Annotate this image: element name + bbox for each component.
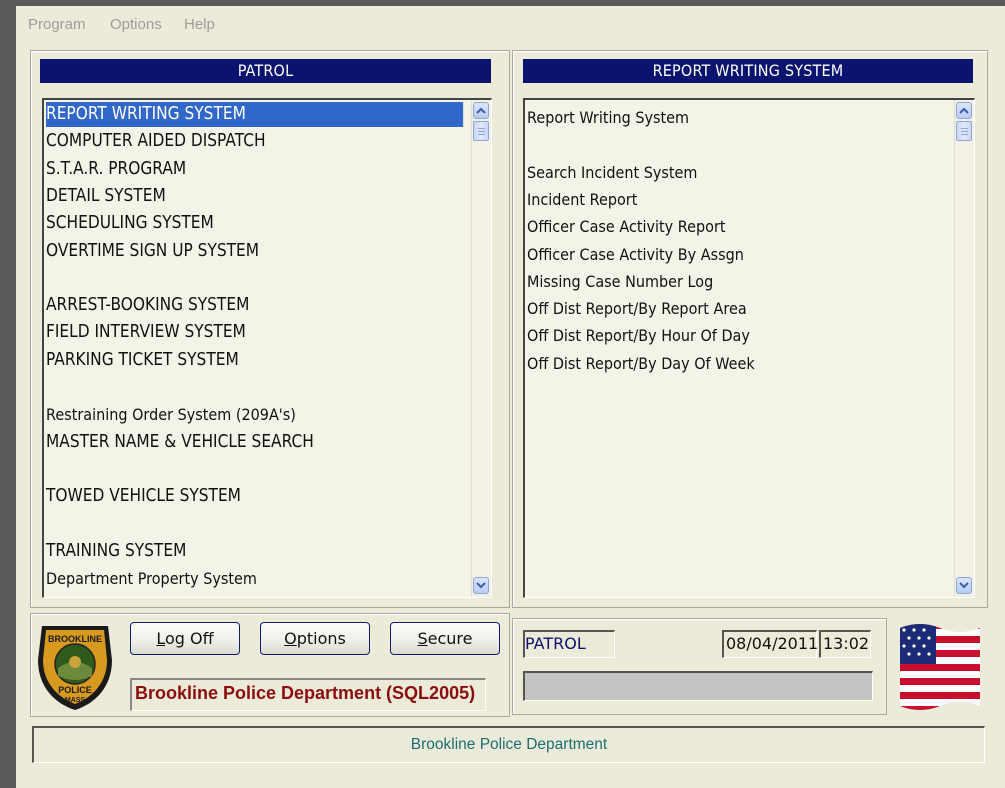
date-field: 08/04/2011 xyxy=(722,630,818,658)
chevron-up-icon xyxy=(959,107,969,114)
list-item[interactable]: SCHEDULING SYSTEM xyxy=(46,211,214,236)
list-item[interactable]: Officer Case Activity Report xyxy=(527,214,726,239)
police-badge-icon: BROOKLINE POLICE MASS xyxy=(38,626,112,710)
report-header: REPORT WRITING SYSTEM xyxy=(523,59,973,83)
secure-button[interactable]: Secure xyxy=(390,622,500,655)
chevron-up-icon xyxy=(476,107,486,114)
list-item[interactable]: Off Dist Report/By Report Area xyxy=(527,296,747,321)
menu-program[interactable]: Program xyxy=(28,16,86,33)
unit-field: PATROL xyxy=(523,630,615,658)
list-item[interactable]: Off Dist Report/By Hour Of Day xyxy=(527,323,750,348)
list-item[interactable]: COMPUTER AIDED DISPATCH xyxy=(46,129,266,154)
menu-bar: Program Options Help xyxy=(16,6,1005,36)
options-button[interactable]: Options xyxy=(260,622,370,655)
list-item[interactable]: Report Writing System xyxy=(527,105,689,130)
patrol-header: PATROL xyxy=(40,59,491,83)
patrol-listbox[interactable]: REPORT WRITING SYSTEM COMPUTER AIDED DISP… xyxy=(42,98,492,598)
list-item[interactable]: OVERTIME SIGN UP SYSTEM xyxy=(46,239,259,264)
badge-sub-text: MASS xyxy=(65,697,86,704)
report-scrollbar[interactable] xyxy=(954,100,973,597)
message-field xyxy=(523,671,873,701)
scroll-thumb[interactable] xyxy=(956,121,972,141)
patrol-scrollbar[interactable] xyxy=(471,100,490,597)
main-window: Program Options Help PATROL REPORT WRITI… xyxy=(16,6,1005,788)
scroll-thumb[interactable] xyxy=(473,121,489,141)
chevron-down-icon xyxy=(959,582,969,589)
menu-help[interactable]: Help xyxy=(184,16,215,33)
list-item[interactable]: Incident Report xyxy=(527,187,637,212)
list-item[interactable]: PARKING TICKET SYSTEM xyxy=(46,348,239,373)
list-item[interactable]: MASTER NAME & VEHICLE SEARCH xyxy=(46,430,314,455)
scroll-down-button[interactable] xyxy=(473,577,489,594)
list-item[interactable]: Officer Case Activity By Assgn xyxy=(527,242,744,267)
us-flag-icon xyxy=(900,624,980,710)
badge-bottom-text: POLICE xyxy=(58,685,92,695)
report-listbox[interactable]: Report Writing System Search Incident Sys… xyxy=(523,98,975,598)
menu-options[interactable]: Options xyxy=(110,16,162,33)
list-item[interactable]: Off Dist Report/By Day Of Week xyxy=(527,351,755,376)
status-bar: Brookline Police Department xyxy=(32,726,985,763)
time-field: 13:02 xyxy=(819,630,871,658)
list-item[interactable]: Search Incident System xyxy=(527,160,697,185)
list-item[interactable]: Department Property System xyxy=(46,566,257,591)
list-item[interactable]: S.T.A.R. PROGRAM xyxy=(46,157,186,182)
list-item[interactable]: Missing Case Number Log xyxy=(527,269,713,294)
list-item[interactable]: TRAINING SYSTEM xyxy=(46,539,186,564)
badge-top-text: BROOKLINE xyxy=(48,634,102,644)
list-item[interactable]: Restraining Order System (209A's) xyxy=(46,402,296,427)
scroll-down-button[interactable] xyxy=(956,577,972,594)
chevron-down-icon xyxy=(476,582,486,589)
logoff-button[interactable]: Log Off xyxy=(130,622,240,655)
department-label: Brookline Police Department (SQL2005) xyxy=(130,678,486,711)
scroll-up-button[interactable] xyxy=(956,102,972,119)
list-item[interactable]: FIELD INTERVIEW SYSTEM xyxy=(46,320,246,345)
list-item[interactable]: TOWED VEHICLE SYSTEM xyxy=(46,484,241,509)
list-item[interactable]: ARREST-BOOKING SYSTEM xyxy=(46,293,249,318)
scroll-up-button[interactable] xyxy=(473,102,489,119)
list-item[interactable]: DETAIL SYSTEM xyxy=(46,184,166,209)
list-item[interactable]: REPORT WRITING SYSTEM xyxy=(46,102,464,127)
